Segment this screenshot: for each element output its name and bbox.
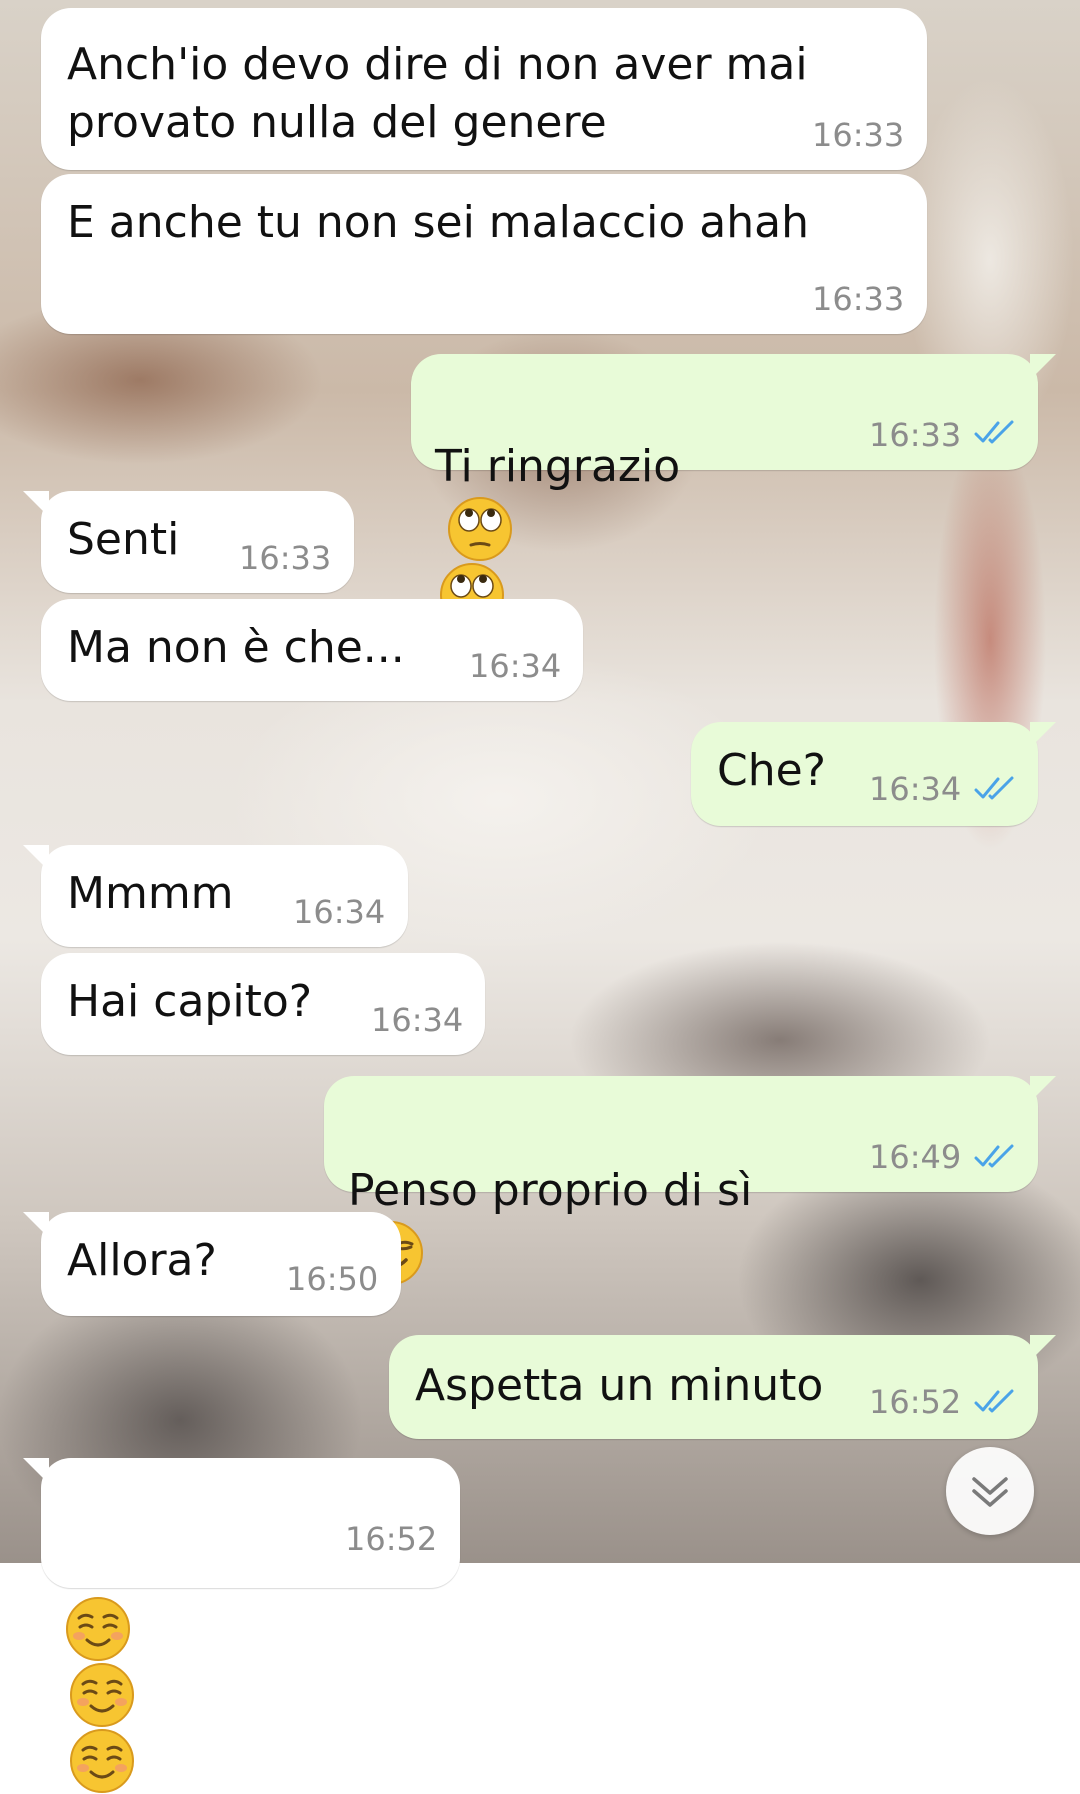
bubble-tail [1030,354,1056,380]
message-time: 16:50 [286,1260,379,1298]
message-time: 16:52 [345,1520,438,1558]
message-time: 16:33 [812,116,905,154]
message-text: Che? [717,745,827,796]
message-text: Aspetta un minuto [415,1360,824,1411]
message-text: Ma non è che... [67,622,405,673]
message-text-label: Ti ringrazio [435,441,681,492]
smiling-face-icon [70,1729,134,1793]
message-text [65,1480,135,1794]
message-time: 16:34 [469,647,562,685]
message-time: 16:34 [869,770,962,808]
read-receipt-icon [974,776,1014,800]
bubble-tail [23,491,49,517]
message-text-label: Penso proprio di sì [348,1165,753,1216]
message-bubble-incoming[interactable]: Hai capito? 16:34 [41,953,485,1055]
smiling-face-icon [66,1597,130,1661]
message-text: Ti ringrazio [435,380,680,628]
scroll-to-bottom-button[interactable] [946,1447,1034,1535]
message-text: Penso proprio di sì [348,1104,752,1286]
bubble-tail [1030,722,1056,748]
face-with-rolling-eyes-icon [448,497,512,561]
message-text: Hai capito? [67,976,313,1027]
message-bubble-incoming[interactable]: Senti 16:33 [23,491,354,593]
message-bubble-incoming[interactable]: Allora? 16:50 [23,1212,401,1316]
message-text: E anche tu non sei malaccio ahah [67,197,810,248]
message-text: Anch'io devo dire di non aver mai provat… [67,39,808,148]
message-time: 16:33 [869,416,962,454]
bubble-tail [1030,1335,1056,1361]
message-bubble-outgoing[interactable]: Che? 16:34 [691,722,1056,826]
message-bubble-incoming[interactable]: Ma non è che... 16:34 [41,599,583,701]
message-bubble-incoming[interactable]: Anch'io devo dire di non aver mai provat… [41,8,927,170]
message-time: 16:52 [869,1383,962,1421]
message-time: 16:33 [812,280,905,318]
read-receipt-icon [974,1144,1014,1168]
message-text: Mmmm [67,868,234,919]
bubble-tail [23,845,49,871]
bubble-tail [23,1212,49,1238]
message-bubble-incoming[interactable]: Mmmm 16:34 [23,845,408,947]
smiling-face-icon [70,1663,134,1727]
double-chevron-down-icon [972,1477,1008,1507]
message-bubble-outgoing[interactable]: Penso proprio di sì 16:49 [324,1076,1056,1285]
message-text: Allora? [67,1235,217,1286]
message-bubble-outgoing[interactable]: Ti ringrazio 16:33 [411,354,1056,627]
read-receipt-icon [974,420,1014,444]
message-bubble-incoming[interactable]: E anche tu non sei malaccio ahah 16:33 [41,174,927,334]
message-text: Senti [67,514,180,565]
message-time: 16:33 [239,539,332,577]
message-bubble-incoming[interactable]: 16:52 [23,1458,460,1793]
read-receipt-icon [974,1389,1014,1413]
bubble-tail [1030,1076,1056,1102]
message-time: 16:34 [371,1001,464,1039]
message-bubble-outgoing[interactable]: Aspetta un minuto 16:52 [389,1335,1056,1439]
message-time: 16:49 [869,1138,962,1176]
message-time: 16:34 [293,893,386,931]
bubble-tail [23,1458,49,1484]
